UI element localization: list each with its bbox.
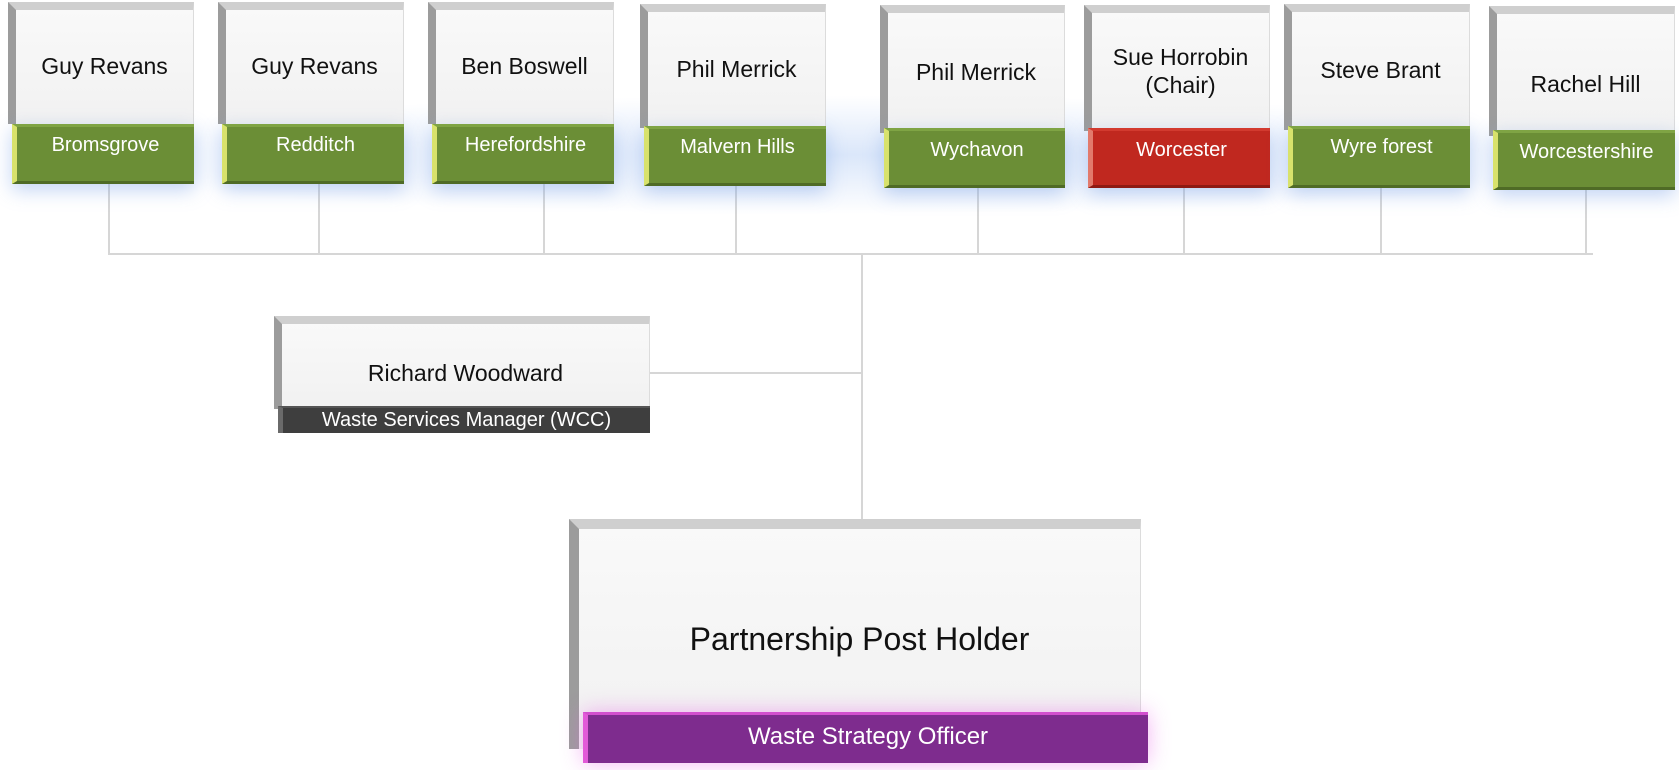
member-card-worcester[interactable]: Sue Horrobin (Chair) Worcester — [1084, 5, 1270, 188]
member-name: Sue Horrobin (Chair) — [1112, 44, 1249, 98]
member-area: Worcester — [1136, 138, 1227, 161]
member-area-tag: Redditch — [222, 124, 404, 184]
member-name-box: Ben Boswell — [428, 2, 614, 124]
member-card-worcestershire[interactable]: Rachel Hill Worcestershire — [1489, 6, 1675, 190]
member-name: Steve Brant — [1320, 57, 1441, 84]
member-area: Wyre forest — [1330, 135, 1433, 158]
member-name-box: Sue Horrobin (Chair) — [1084, 5, 1270, 131]
member-card-bromsgrove[interactable]: Guy Revans Bromsgrove — [8, 2, 194, 184]
manager-role: Waste Services Manager (WCC) — [321, 409, 612, 431]
post-role: Waste Strategy Officer — [747, 723, 989, 750]
manager-name: Richard Woodward — [367, 359, 564, 386]
member-area: Wychavon — [930, 138, 1024, 161]
trunk-line — [861, 253, 863, 530]
member-name: Phil Merrick — [676, 56, 797, 83]
member-area-tag: Malvern Hills — [644, 126, 826, 186]
member-area-tag: Worcestershire — [1493, 130, 1675, 190]
manager-role-tag: Waste Services Manager (WCC) — [278, 406, 650, 433]
member-area-tag: Worcester — [1088, 128, 1270, 188]
member-card-wychavon[interactable]: Phil Merrick Wychavon — [880, 5, 1065, 188]
member-name: Guy Revans — [41, 53, 168, 80]
member-area: Worcestershire — [1519, 140, 1654, 163]
member-card-herefordshire[interactable]: Ben Boswell Herefordshire — [428, 2, 614, 184]
manager-name-box: Richard Woodward — [274, 316, 650, 409]
member-area-tag: Bromsgrove — [12, 124, 194, 184]
manager-card[interactable]: Richard Woodward Waste Services Manager … — [274, 316, 650, 433]
member-name-box: Rachel Hill — [1489, 6, 1675, 136]
member-name-box: Guy Revans — [218, 2, 404, 124]
member-card-wyre-forest[interactable]: Steve Brant Wyre forest — [1284, 4, 1470, 188]
post-holder-card[interactable]: Partnership Post Holder Waste Strategy O… — [569, 519, 1148, 763]
member-area-tag: Herefordshire — [432, 124, 614, 184]
member-area: Redditch — [276, 133, 355, 156]
member-name-box: Steve Brant — [1284, 4, 1470, 130]
member-area-tag: Wyre forest — [1288, 126, 1470, 188]
manager-connector-line — [650, 372, 862, 374]
member-name-box: Phil Merrick — [880, 5, 1065, 133]
member-name: Guy Revans — [251, 53, 378, 80]
member-name-box: Phil Merrick — [640, 4, 826, 128]
member-name: Rachel Hill — [1530, 71, 1641, 98]
member-area: Malvern Hills — [680, 135, 795, 158]
post-name: Partnership Post Holder — [689, 620, 1030, 657]
member-bus-line — [108, 253, 1593, 255]
post-role-tag: Waste Strategy Officer — [583, 712, 1148, 763]
member-card-redditch[interactable]: Guy Revans Redditch — [218, 2, 404, 184]
member-area: Herefordshire — [464, 133, 587, 156]
member-name-box: Guy Revans — [8, 2, 194, 124]
member-name: Ben Boswell — [461, 53, 588, 80]
member-name: Phil Merrick — [915, 59, 1037, 86]
member-card-malvern-hills[interactable]: Phil Merrick Malvern Hills — [640, 4, 826, 186]
member-area-tag: Wychavon — [884, 128, 1065, 188]
member-area: Bromsgrove — [51, 133, 160, 156]
